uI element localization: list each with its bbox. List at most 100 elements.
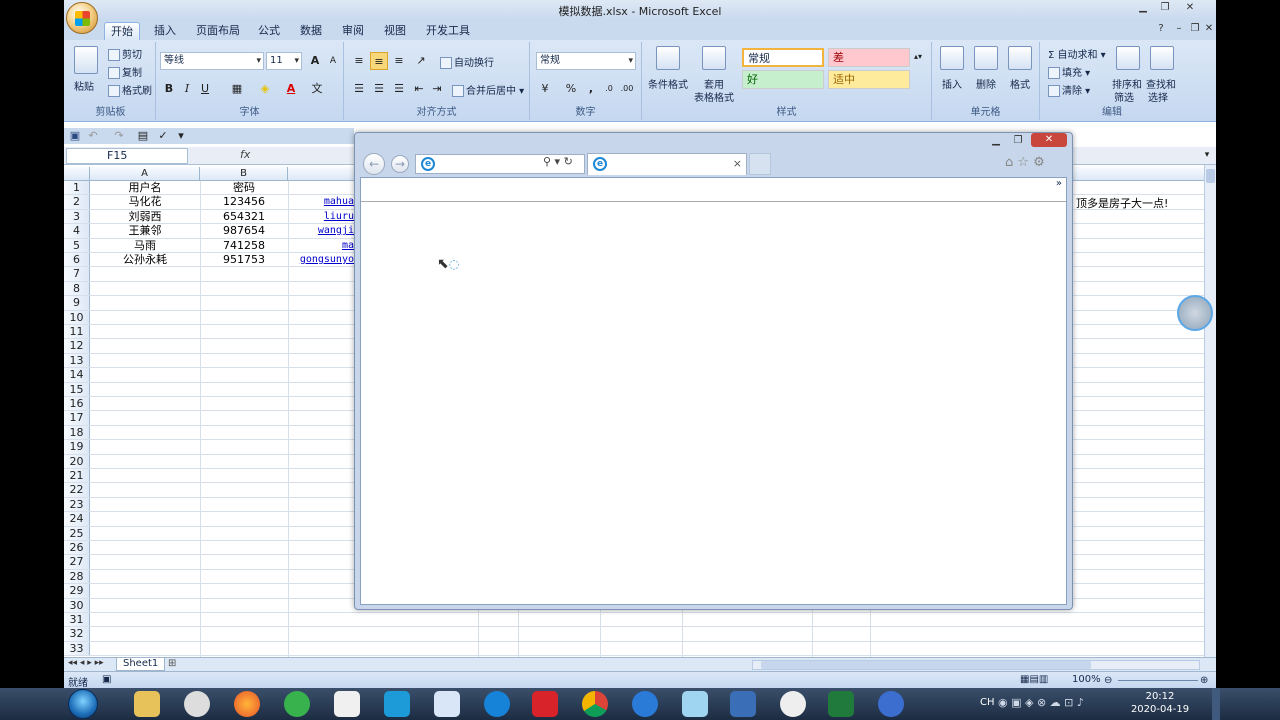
cell-a[interactable]: 刘弱西 bbox=[90, 210, 200, 223]
row-header[interactable]: 19 bbox=[64, 440, 90, 454]
name-box[interactable]: F15 bbox=[66, 148, 188, 164]
anime-app-icon[interactable] bbox=[682, 691, 708, 717]
borders-icon[interactable]: ▦ bbox=[228, 80, 246, 98]
cell-c-link[interactable]: gongsunyo bbox=[288, 253, 354, 266]
tab-insert[interactable]: 插入 bbox=[148, 22, 182, 40]
tab-view[interactable]: 视图 bbox=[378, 22, 412, 40]
cell-c-link[interactable]: liuru bbox=[288, 210, 354, 223]
row-header[interactable]: 15 bbox=[64, 382, 90, 396]
cell-b[interactable]: 123456 bbox=[200, 195, 288, 208]
row-header[interactable]: 5 bbox=[64, 238, 90, 252]
side-note-cell[interactable]: 顶多是房子大一点! bbox=[1076, 195, 1168, 211]
sort-filter-line2[interactable]: 筛选 bbox=[1114, 89, 1134, 104]
increase-indent-icon[interactable]: ⇥ bbox=[428, 80, 446, 98]
row-header[interactable]: 12 bbox=[64, 339, 90, 353]
row-header[interactable]: 6 bbox=[64, 253, 90, 267]
align-left-icon[interactable]: ☰ bbox=[350, 80, 368, 98]
p-app-icon[interactable] bbox=[384, 691, 410, 717]
view-buttons[interactable]: ▦▤▥ bbox=[1020, 674, 1048, 685]
feather-app-icon[interactable] bbox=[434, 691, 460, 717]
row-header[interactable]: 4 bbox=[64, 224, 90, 238]
font-color-icon[interactable]: A bbox=[282, 80, 300, 98]
row-header[interactable]: 33 bbox=[64, 641, 90, 656]
browser-maximize-button[interactable]: ❐ bbox=[1007, 134, 1029, 148]
cell-b[interactable]: 654321 bbox=[200, 210, 288, 223]
percent-button[interactable]: % bbox=[562, 80, 580, 98]
zoom-in-icon[interactable]: ⊕ bbox=[1200, 675, 1208, 686]
ub-app-icon[interactable] bbox=[730, 691, 756, 717]
copy-button[interactable]: 复制 bbox=[108, 64, 142, 79]
bold-button[interactable]: B bbox=[160, 80, 178, 98]
increase-decimal-button[interactable]: .0 bbox=[600, 80, 618, 98]
autosum-button[interactable]: Σ 自动求和 ▾ bbox=[1048, 46, 1106, 61]
fx-icon[interactable]: fx bbox=[240, 148, 250, 161]
comma-button[interactable]: , bbox=[582, 80, 600, 98]
fill-button[interactable]: 填充 ▾ bbox=[1048, 64, 1090, 79]
row-header[interactable]: 14 bbox=[64, 368, 90, 382]
delete-cells-button[interactable]: 删除 bbox=[976, 76, 996, 91]
maximize-button[interactable]: ❐ bbox=[1154, 1, 1176, 15]
office-button[interactable] bbox=[66, 2, 98, 34]
cell-b[interactable]: 密码 bbox=[200, 181, 288, 194]
find-select-line2[interactable]: 选择 bbox=[1148, 89, 1168, 104]
minimize-button[interactable]: ▁ bbox=[1132, 1, 1154, 15]
style-normal[interactable]: 常规 bbox=[742, 48, 824, 67]
row-header[interactable]: 10 bbox=[64, 310, 90, 324]
row-header[interactable]: 27 bbox=[64, 555, 90, 569]
row-header[interactable]: 8 bbox=[64, 281, 90, 296]
align-center-icon[interactable]: ☰ bbox=[370, 80, 388, 98]
file-explorer-icon[interactable] bbox=[134, 691, 160, 717]
ie-icon[interactable] bbox=[878, 691, 904, 717]
browser-minimize-button[interactable]: ▁ bbox=[985, 134, 1007, 148]
k-app-icon[interactable] bbox=[632, 691, 658, 717]
decrease-indent-icon[interactable]: ⇤ bbox=[410, 80, 428, 98]
close-button[interactable]: ✕ bbox=[1178, 1, 1202, 15]
column-header-b[interactable]: B bbox=[200, 167, 288, 181]
row-header[interactable]: 7 bbox=[64, 267, 90, 281]
horizontal-scroll-thumb[interactable] bbox=[761, 661, 1091, 669]
save-icon[interactable]: ▣ bbox=[66, 127, 84, 145]
row-header[interactable]: 23 bbox=[64, 497, 90, 512]
row-header[interactable]: 24 bbox=[64, 512, 90, 526]
align-top-icon[interactable]: ≡ bbox=[350, 52, 368, 70]
row-header[interactable]: 17 bbox=[64, 411, 90, 425]
underline-button[interactable]: U bbox=[196, 80, 214, 98]
shrink-font-button[interactable]: A bbox=[324, 52, 342, 70]
tab-developer[interactable]: 开发工具 bbox=[420, 22, 476, 40]
clock[interactable]: 20:12 2020-04-19 bbox=[1110, 690, 1210, 716]
firefox-icon[interactable] bbox=[234, 691, 260, 717]
sheet-nav-arrows[interactable]: ◂◂ ◂ ▸ ▸▸ bbox=[68, 658, 104, 668]
format-painter-button[interactable]: 格式刷 bbox=[108, 82, 152, 97]
sheet-tab-sheet1[interactable]: Sheet1 bbox=[116, 658, 166, 671]
tray-icons[interactable]: ◉ ▣ ◈ ⊗ ☁ ⊡ ♪ bbox=[998, 696, 1084, 709]
qq-penguin-icon[interactable] bbox=[184, 691, 210, 717]
style-bad[interactable]: 差 bbox=[828, 48, 910, 67]
scroll-thumb[interactable] bbox=[1206, 169, 1215, 183]
tab-page-layout[interactable]: 页面布局 bbox=[190, 22, 246, 40]
number-format-combo[interactable]: 常规 bbox=[536, 52, 636, 70]
browser-close-button[interactable]: ✕ bbox=[1031, 133, 1067, 147]
q-browser-icon[interactable] bbox=[484, 691, 510, 717]
excel-icon[interactable] bbox=[828, 691, 854, 717]
row-header[interactable]: 9 bbox=[64, 296, 90, 310]
currency-icon[interactable]: ¥ bbox=[536, 80, 554, 98]
back-arrow-icon[interactable]: ← bbox=[363, 153, 385, 175]
italic-button[interactable]: I bbox=[178, 80, 196, 98]
spelling-icon[interactable]: ✓ bbox=[154, 127, 172, 145]
phonetic-icon[interactable]: 文 bbox=[308, 80, 326, 98]
select-all-corner[interactable] bbox=[64, 167, 90, 181]
insert-cells-button[interactable]: 插入 bbox=[942, 76, 962, 91]
row-header[interactable]: 31 bbox=[64, 613, 90, 627]
chrome-icon[interactable] bbox=[582, 691, 608, 717]
row-header[interactable]: 25 bbox=[64, 526, 90, 540]
cell-c-link[interactable]: ma bbox=[288, 239, 354, 252]
cell-c-link[interactable]: mahua bbox=[288, 195, 354, 208]
font-name-combo[interactable]: 等线 bbox=[160, 52, 264, 70]
format-cells-button[interactable]: 格式 bbox=[1010, 76, 1030, 91]
row-header[interactable]: 18 bbox=[64, 425, 90, 440]
row-header[interactable]: 16 bbox=[64, 397, 90, 411]
row-header[interactable]: 1 bbox=[64, 181, 90, 195]
align-right-icon[interactable]: ☰ bbox=[390, 80, 408, 98]
cell-a[interactable]: 公孙永耗 bbox=[90, 253, 200, 266]
row-header[interactable]: 30 bbox=[64, 598, 90, 612]
